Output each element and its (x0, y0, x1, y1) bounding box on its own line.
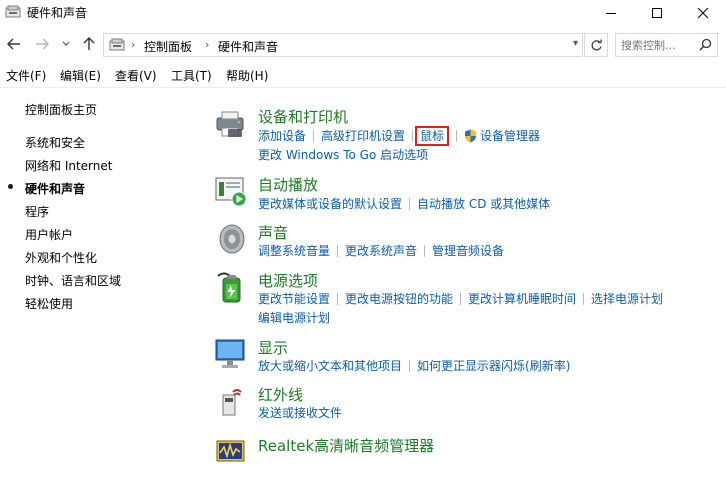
link-send-receive-files[interactable]: 发送或接收文件 (258, 406, 342, 420)
up-button[interactable] (79, 33, 99, 55)
link-separator (412, 130, 414, 142)
category-title[interactable]: 显示 (258, 337, 288, 358)
link-separator (460, 293, 462, 305)
control-panel-icon (5, 5, 21, 18)
link-adjust-volume[interactable]: 调整系统音量 (258, 244, 330, 258)
sidebar-item-network[interactable]: 网络和 Internet (25, 157, 112, 174)
category-title[interactable]: 设备和打印机 (258, 106, 348, 127)
link-autoplay-cd[interactable]: 自动播放 CD 或其他媒体 (417, 197, 550, 211)
breadcrumb-separator-icon[interactable]: › (131, 38, 135, 51)
link-text-size[interactable]: 放大或缩小文本和其他项目 (258, 359, 402, 373)
link-separator (456, 130, 458, 142)
category-links: 更改节能设置 更改电源按钮的功能 更改计算机睡眠时间 选择电源计划 (258, 290, 663, 307)
navigation-bar: › 控制面板 › 硬件和声音 ▾ (0, 30, 726, 58)
link-media-defaults[interactable]: 更改媒体或设备的默认设置 (258, 197, 402, 211)
arrow-up-icon (83, 37, 95, 50)
breadcrumb-control-panel[interactable]: 控制面板 (144, 38, 192, 55)
sidebar-item-user-accounts[interactable]: 用户帐户 (25, 226, 73, 243)
arrow-right-icon (36, 38, 49, 50)
menu-divider (0, 87, 726, 88)
link-separator (337, 293, 339, 305)
category-title[interactable]: 红外线 (258, 384, 303, 405)
sidebar-item-hardware-sound[interactable]: 硬件和声音 (25, 180, 85, 197)
sidebar-item-clock-region[interactable]: 时钟、语言和区域 (25, 272, 121, 289)
recent-locations-button[interactable] (58, 33, 74, 55)
link-advanced-printer[interactable]: 高级打印机设置 (321, 129, 405, 143)
category-title[interactable]: 自动播放 (258, 174, 318, 195)
autoplay-icon[interactable] (214, 174, 248, 208)
category-links: 更改 Windows To Go 启动选项 (258, 146, 428, 163)
printer-icon[interactable] (214, 106, 248, 140)
menu-file[interactable]: 文件(F) (6, 67, 46, 84)
link-sleep-time[interactable]: 更改计算机睡眠时间 (468, 292, 576, 306)
category-links: 调整系统音量 更改系统声音 管理音频设备 (258, 242, 504, 259)
minimize-button[interactable] (588, 0, 634, 26)
back-button[interactable] (4, 33, 24, 55)
link-device-manager[interactable]: 设备管理器 (480, 129, 540, 143)
category-links: 发送或接收文件 (258, 404, 342, 421)
link-separator (337, 245, 339, 257)
link-audio-devices[interactable]: 管理音频设备 (432, 244, 504, 258)
category-links: 放大或缩小文本和其他项目 如何更正显示器闪烁(刷新率) (258, 357, 570, 374)
breadcrumb-hardware-sound[interactable]: 硬件和声音 (218, 38, 278, 55)
menu-tools[interactable]: 工具(T) (171, 67, 212, 84)
maximize-icon (652, 8, 662, 18)
realtek-audio-icon[interactable] (214, 435, 248, 469)
window-title: 硬件和声音 (27, 6, 88, 20)
refresh-icon (591, 39, 602, 50)
link-system-sounds[interactable]: 更改系统声音 (345, 244, 417, 258)
speaker-icon[interactable] (214, 222, 248, 256)
link-mouse[interactable]: 鼠标 (415, 126, 450, 146)
link-separator (424, 245, 426, 257)
sidebar-item-appearance[interactable]: 外观和个性化 (25, 249, 97, 266)
link-power-saving[interactable]: 更改节能设置 (258, 292, 330, 306)
close-button[interactable] (680, 0, 726, 26)
search-box[interactable] (615, 33, 718, 57)
link-windows-to-go[interactable]: 更改 Windows To Go 启动选项 (258, 148, 428, 162)
sidebar-item-programs[interactable]: 程序 (25, 203, 49, 220)
shield-icon (465, 129, 477, 143)
link-edit-power-plan[interactable]: 编辑电源计划 (258, 311, 330, 325)
link-separator (409, 360, 411, 372)
link-power-button[interactable]: 更改电源按钮的功能 (345, 292, 453, 306)
breadcrumb-separator-icon[interactable]: › (205, 38, 209, 51)
close-icon (697, 7, 709, 19)
menu-edit[interactable]: 编辑(E) (60, 67, 101, 84)
forward-button[interactable] (32, 33, 52, 55)
link-add-device[interactable]: 添加设备 (258, 129, 306, 143)
menu-bar: 文件(F) 编辑(E) 查看(V) 工具(T) 帮助(H) (0, 64, 726, 84)
link-refresh-rate[interactable]: 如何更正显示器闪烁(刷新率) (417, 359, 570, 373)
category-title[interactable]: Realtek高清晰音频管理器 (258, 435, 434, 456)
address-bar[interactable]: › 控制面板 › 硬件和声音 ▾ (103, 33, 583, 57)
search-icon[interactable] (699, 38, 712, 51)
link-separator (409, 198, 411, 210)
link-separator (583, 293, 585, 305)
search-input[interactable] (621, 37, 693, 53)
refresh-button[interactable] (584, 33, 608, 57)
control-panel-icon (109, 38, 125, 51)
title-bar: 硬件和声音 (0, 0, 726, 26)
category-links: 更改媒体或设备的默认设置 自动播放 CD 或其他媒体 (258, 195, 550, 212)
chevron-down-icon (62, 41, 70, 46)
menu-view[interactable]: 查看(V) (115, 67, 157, 84)
sidebar-item-system-security[interactable]: 系统和安全 (25, 134, 85, 151)
active-bullet-icon (8, 184, 13, 189)
category-links: 编辑电源计划 (258, 309, 330, 326)
chevron-down-icon[interactable]: ▾ (573, 38, 578, 49)
link-separator (313, 130, 315, 142)
menu-help[interactable]: 帮助(H) (226, 67, 268, 84)
link-power-plan[interactable]: 选择电源计划 (591, 292, 663, 306)
infrared-icon[interactable] (214, 384, 248, 418)
sidebar-item-ease-of-access[interactable]: 轻松使用 (25, 295, 73, 312)
category-links: 添加设备 高级打印机设置 鼠标 设备管理器 (258, 126, 540, 146)
arrow-left-icon (7, 38, 20, 50)
monitor-icon[interactable] (214, 337, 248, 371)
category-title[interactable]: 声音 (258, 222, 288, 243)
sidebar-item-home[interactable]: 控制面板主页 (25, 101, 97, 118)
maximize-button[interactable] (634, 0, 680, 26)
battery-icon[interactable] (214, 270, 248, 304)
category-title[interactable]: 电源选项 (258, 270, 318, 291)
minimize-icon (606, 13, 616, 14)
